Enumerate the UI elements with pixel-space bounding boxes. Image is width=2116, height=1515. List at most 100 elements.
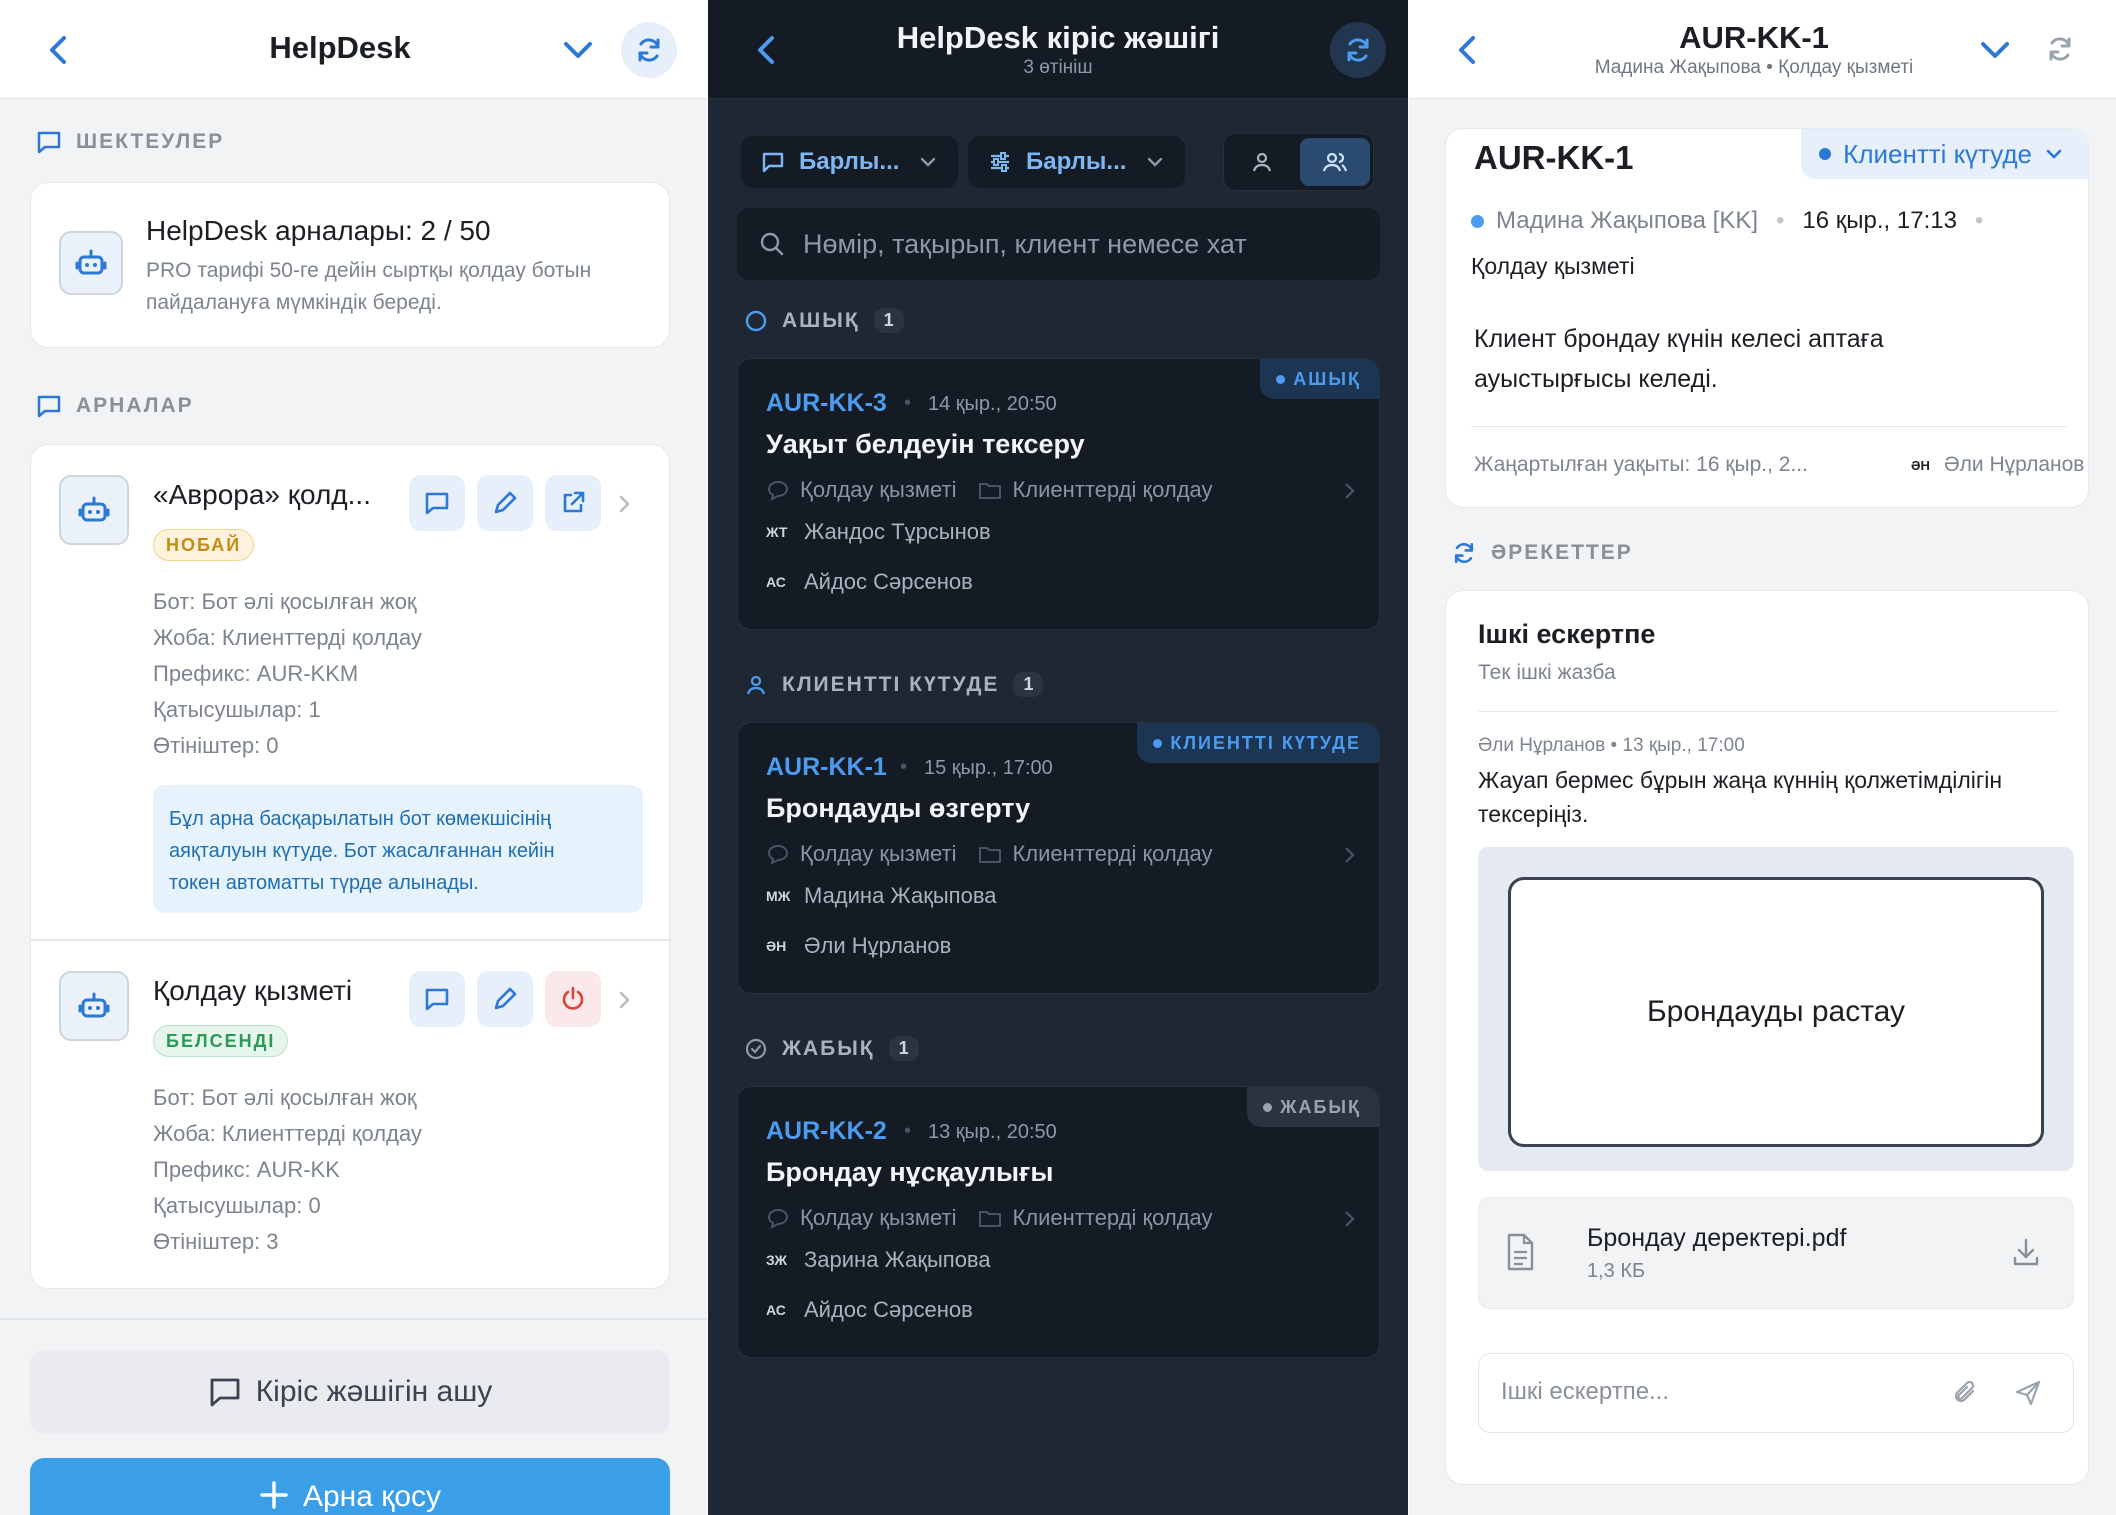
open-chat-button[interactable] <box>409 971 465 1027</box>
chat-icon <box>425 492 449 515</box>
chat-icon <box>210 1378 240 1407</box>
channel-bot: Бот: Бот әлі қосылған жоқ <box>153 1085 417 1110</box>
ticket-title: Брондауды өзгерту <box>766 793 1031 823</box>
limits-section-label: ШЕКТЕУЛЕР <box>36 130 224 154</box>
ticket-meta: Мадина Жақыпова [KK] • 16 қыр., 17:13 • <box>1471 207 1983 235</box>
updated-time: Жаңартылған уақыты: 16 қыр., 2... <box>1474 453 1808 476</box>
channel-prefix: Префикс: AUR-KK <box>153 1157 340 1182</box>
ticket-card[interactable]: КЛИЕНТТІ КҮТУДЕ AUR-KK-1 • 15 қыр., 17:0… <box>737 722 1380 994</box>
channel-bot: Бот: Бот әлі қосылған жоқ <box>153 589 417 614</box>
refresh-icon <box>1454 543 1474 563</box>
file-name: Брондау деректері.pdf <box>1587 1224 1847 1252</box>
ticket-client: МЖ Мадина Жақыпова <box>766 883 997 908</box>
pencil-icon <box>494 491 517 514</box>
refresh-button[interactable] <box>2045 34 2075 64</box>
ticket-date: 16 қыр., 17:13 <box>1802 207 1957 234</box>
ticket-channel: Қолдау қызметі <box>1471 253 1635 279</box>
status-badge: БЕЛСЕНДІ <box>153 1025 289 1057</box>
status-badge: КЛИЕНТТІ КҮТУДЕ <box>1137 723 1379 763</box>
user-icon <box>1252 152 1272 172</box>
file-attachment[interactable]: Брондау деректері.pdf 1,3 КБ <box>1478 1197 2074 1309</box>
status-badge: ЖАБЫҚ <box>1247 1087 1379 1127</box>
channel-item[interactable]: «Аврора» қолд... НОБАЙ Бот: Бот әлі қосы… <box>31 445 671 940</box>
header: HelpDesk <box>0 0 707 99</box>
chat-bubble-icon <box>767 480 789 501</box>
refresh-icon <box>1347 38 1369 62</box>
check-circle-icon <box>745 1038 767 1059</box>
ticket-assignee: АС Айдос Сәрсенов <box>766 569 973 594</box>
open-chat-button[interactable] <box>409 475 465 531</box>
channel-name: Қолдау қызметі <box>153 975 353 1006</box>
ticket-card[interactable]: АШЫҚ AUR-KK-3 • 14 қыр., 20:50 Уақыт бел… <box>737 358 1380 630</box>
ticket-id: AUR-KK-1 <box>766 753 887 781</box>
channel-name: «Аврора» қолд... <box>153 479 371 510</box>
my-tickets-toggle[interactable] <box>1228 138 1296 186</box>
channels-list: «Аврора» қолд... НОБАЙ Бот: Бот әлі қосы… <box>30 444 671 1290</box>
ticket-title: Уақыт белдеуін тексеру <box>766 429 1085 459</box>
ticket-channel-row: Қолдау қызметі Клиенттерді қолдау <box>766 1205 1213 1231</box>
channels-limit-title: HelpDesk арналары: 2 / 50 <box>146 215 491 246</box>
limits-card: HelpDesk арналары: 2 / 50 PRO тарифі 50-… <box>30 182 670 348</box>
refresh-button[interactable] <box>621 22 677 78</box>
inbox-panel: HelpDesk кіріс жәшігі 3 өтініш Барлы... … <box>708 0 1408 1515</box>
channel-project: Жоба: Клиенттерді қолдау <box>153 625 422 650</box>
chevron-down-icon[interactable] <box>558 32 598 68</box>
edit-button[interactable] <box>477 971 533 1027</box>
chevron-down-icon <box>2046 149 2062 159</box>
chevron-right-icon <box>617 989 633 1011</box>
external-link-button[interactable] <box>545 475 601 531</box>
divider <box>1471 426 2067 427</box>
disable-button[interactable] <box>545 971 601 1027</box>
ticket-id: AUR-KK-2 <box>766 1117 887 1145</box>
open-inbox-button[interactable]: Кіріс жәшігін ашу <box>30 1350 670 1434</box>
actions-section-label: ӘРЕКЕТТЕР <box>1451 540 1633 566</box>
ticket-assignee: ӘН Әли Нұрланов <box>766 933 952 958</box>
client-name: Мадина Жақыпова [KK] <box>1496 207 1759 234</box>
page-subtitle: 3 өтініш <box>1023 57 1093 78</box>
add-channel-button[interactable]: Арна қосу <box>30 1458 670 1515</box>
send-icon[interactable] <box>2013 1378 2043 1408</box>
header: AUR-KK-1 Мадина Жақыпова • Қолдау қызмет… <box>1409 0 2116 99</box>
ticket-channel-row: Қолдау қызметі Клиенттерді қолдау <box>766 841 1213 867</box>
chat-bubble-icon <box>767 1208 789 1229</box>
limits-desc-1: PRO тарифі 50-ге дейін сыртқы қолдау бот… <box>146 259 592 282</box>
search-input[interactable]: Нөмір, тақырып, клиент немесе хат <box>737 208 1380 280</box>
limits-desc-2: пайдалануға мүмкіндік береді. <box>146 291 442 314</box>
ticket-card[interactable]: ЖАБЫҚ AUR-KK-2 • 13 қыр., 20:50 Брондау … <box>737 1086 1380 1358</box>
chat-icon <box>37 395 61 418</box>
note-author: Әли Нұрланов • 13 қыр., 17:00 <box>1478 735 1745 756</box>
helpdesk-panel: HelpDesk ШЕКТЕУЛЕР HelpDesk арналары: 2 … <box>0 0 707 1515</box>
external-link-icon <box>563 491 585 513</box>
refresh-icon <box>638 38 660 62</box>
paperclip-icon[interactable] <box>1951 1378 1981 1408</box>
count-badge: 1 <box>873 308 904 333</box>
ticket-title: Брондау нұсқаулығы <box>766 1157 1054 1187</box>
status-dropdown[interactable]: Клиентті күтуде <box>1801 129 2088 179</box>
chevron-down-icon[interactable] <box>1975 32 2015 68</box>
users-icon <box>1322 152 1348 172</box>
channel-item[interactable]: Қолдау қызметі БЕЛСЕНДІ Бот: Бот әлі қос… <box>31 941 671 1290</box>
document-icon <box>1503 1232 1537 1272</box>
image-attachment[interactable]: Брондауды растау <box>1478 847 2074 1171</box>
channel-tickets: Өтініштер: 0 <box>153 733 279 758</box>
channel-filter-dropdown[interactable]: Барлы... <box>741 136 958 188</box>
note-input[interactable]: Ішкі ескертпе... <box>1478 1353 2074 1433</box>
chevron-down-icon <box>921 157 936 167</box>
chevron-right-icon <box>1343 1209 1357 1229</box>
download-icon[interactable] <box>2011 1236 2041 1268</box>
plus-icon <box>260 1481 288 1509</box>
all-tickets-toggle[interactable] <box>1300 138 1370 186</box>
ticket-date: 14 қыр., 20:50 <box>928 393 1057 415</box>
status-filter-dropdown[interactable]: Барлы... <box>968 136 1185 188</box>
user-icon <box>746 675 766 694</box>
bot-icon <box>59 971 129 1041</box>
note-title: Ішкі ескертпе <box>1478 619 1656 649</box>
status-badge: АШЫҚ <box>1260 359 1379 399</box>
ticket-message: Клиент брондау күнін келесі аптаға ауыст… <box>1474 325 1884 393</box>
group-open-label: АШЫҚ 1 <box>744 308 904 333</box>
note-text: Жауап бермес бұрын жаңа күннің қолжетімд… <box>1478 767 2003 827</box>
refresh-icon <box>2049 37 2071 61</box>
refresh-button[interactable] <box>1330 22 1386 78</box>
edit-button[interactable] <box>477 475 533 531</box>
count-badge: 1 <box>888 1036 919 1061</box>
